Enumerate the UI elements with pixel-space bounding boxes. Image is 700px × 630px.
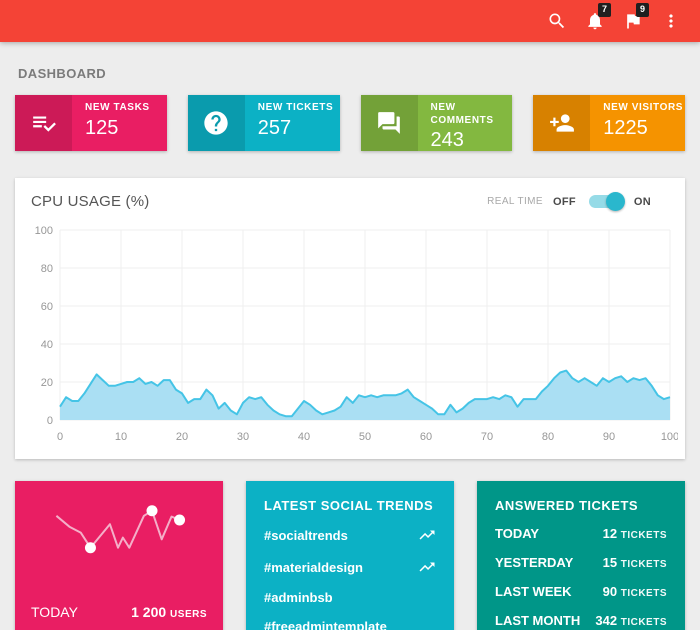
main-content: DASHBOARD NEW TASKS 125 NEW TICKETS 257 xyxy=(0,66,700,630)
overflow-menu-icon[interactable] xyxy=(652,2,690,40)
notifications-badge: 7 xyxy=(597,3,611,17)
svg-text:60: 60 xyxy=(420,431,432,443)
svg-text:100: 100 xyxy=(661,431,678,443)
today-users-unit: USERS xyxy=(170,609,207,620)
ticket-row: LAST WEEK 90 TICKETS xyxy=(495,584,667,599)
info-box-new-comments: NEW COMMENTS 243 xyxy=(360,95,513,151)
app-bar: 7 9 xyxy=(0,0,700,42)
realtime-label: REAL TIME xyxy=(487,196,543,207)
realtime-toggle[interactable] xyxy=(588,192,625,211)
flag-badge: 9 xyxy=(635,3,649,17)
info-box-value: 243 xyxy=(430,129,464,151)
switch-on-label: ON xyxy=(633,195,651,208)
svg-text:20: 20 xyxy=(176,431,188,443)
info-box-label: NEW VISITORS xyxy=(603,102,684,113)
flag-icon[interactable]: 9 xyxy=(614,2,652,40)
today-users-sparkline xyxy=(29,491,209,596)
svg-text:10: 10 xyxy=(115,431,127,443)
info-box-label: NEW TICKETS xyxy=(257,102,334,113)
svg-text:80: 80 xyxy=(41,263,53,275)
ticket-row: TODAY 12 TICKETS xyxy=(495,526,667,541)
svg-text:90: 90 xyxy=(603,431,615,443)
cpu-usage-card: CPU USAGE (%) REAL TIME OFF ON 0 20 40 60 80… xyxy=(15,178,685,459)
social-tag-item[interactable]: #adminbsb xyxy=(264,583,436,612)
today-users-card: TODAY 1 200 USERS xyxy=(15,481,223,630)
answered-tickets-card: ANSWERED TICKETS TODAY 12 TICKETS YESTER… xyxy=(477,481,685,630)
today-users-value: 1 200 xyxy=(131,604,167,620)
info-box-new-tickets: NEW TICKETS 257 xyxy=(187,95,340,151)
notifications-icon[interactable]: 7 xyxy=(576,2,614,40)
forum-icon xyxy=(360,95,418,151)
svg-text:100: 100 xyxy=(35,225,53,237)
help-icon xyxy=(187,95,245,151)
switch-off-label: OFF xyxy=(552,195,576,208)
ticket-row: YESTERDAY 15 TICKETS xyxy=(495,555,667,570)
svg-text:0: 0 xyxy=(57,431,63,443)
playlist-check-icon xyxy=(15,95,72,151)
cpu-card-menu-icon[interactable] xyxy=(661,200,673,204)
info-box-row: NEW TASKS 125 NEW TICKETS 257 NEW COMMEN… xyxy=(15,95,685,151)
svg-text:70: 70 xyxy=(481,431,493,443)
page-title: DASHBOARD xyxy=(18,66,107,81)
social-tag-item[interactable]: #socialtrends xyxy=(264,519,436,551)
ticket-row: LAST MONTH 342 TICKETS xyxy=(495,613,667,628)
info-box-value: 125 xyxy=(85,116,119,139)
trending-up-icon xyxy=(419,530,435,540)
svg-text:60: 60 xyxy=(41,301,53,313)
toggle-knob xyxy=(605,192,625,211)
answered-tickets-title: ANSWERED TICKETS xyxy=(495,498,639,513)
social-tag-item[interactable]: #materialdesign xyxy=(264,551,436,583)
svg-text:30: 30 xyxy=(237,431,249,443)
today-label: TODAY xyxy=(31,604,78,620)
cpu-card-title: CPU USAGE (%) xyxy=(31,193,150,210)
cpu-usage-chart: 0 20 40 60 80 100 0 10 20 30 40 50 60 70 80 90 100 xyxy=(15,216,685,459)
social-trends-card: LATEST SOCIAL TRENDS #socialtrends #mate… xyxy=(246,481,454,630)
social-tag-item[interactable]: #freeadmintemplate xyxy=(264,612,436,630)
info-box-label: NEW TASKS xyxy=(85,102,150,113)
svg-text:40: 40 xyxy=(41,339,53,351)
svg-text:0: 0 xyxy=(47,415,53,427)
social-trends-title: LATEST SOCIAL TRENDS xyxy=(264,498,434,513)
info-box-value: 1225 xyxy=(603,116,648,139)
trending-up-icon xyxy=(419,562,435,572)
search-icon[interactable] xyxy=(538,2,576,40)
bottom-card-row: TODAY 1 200 USERS LATEST SOCIAL TRENDS #… xyxy=(15,481,685,630)
info-box-new-visitors: NEW VISITORS 1225 xyxy=(533,95,685,151)
svg-text:20: 20 xyxy=(41,377,53,389)
svg-text:50: 50 xyxy=(359,431,371,443)
info-box-label: NEW COMMENTS xyxy=(430,102,494,126)
person-add-icon xyxy=(533,95,591,151)
svg-text:40: 40 xyxy=(298,431,310,443)
info-box-value: 257 xyxy=(257,116,292,139)
svg-text:80: 80 xyxy=(542,431,554,443)
info-box-new-tasks: NEW TASKS 125 xyxy=(15,95,167,151)
